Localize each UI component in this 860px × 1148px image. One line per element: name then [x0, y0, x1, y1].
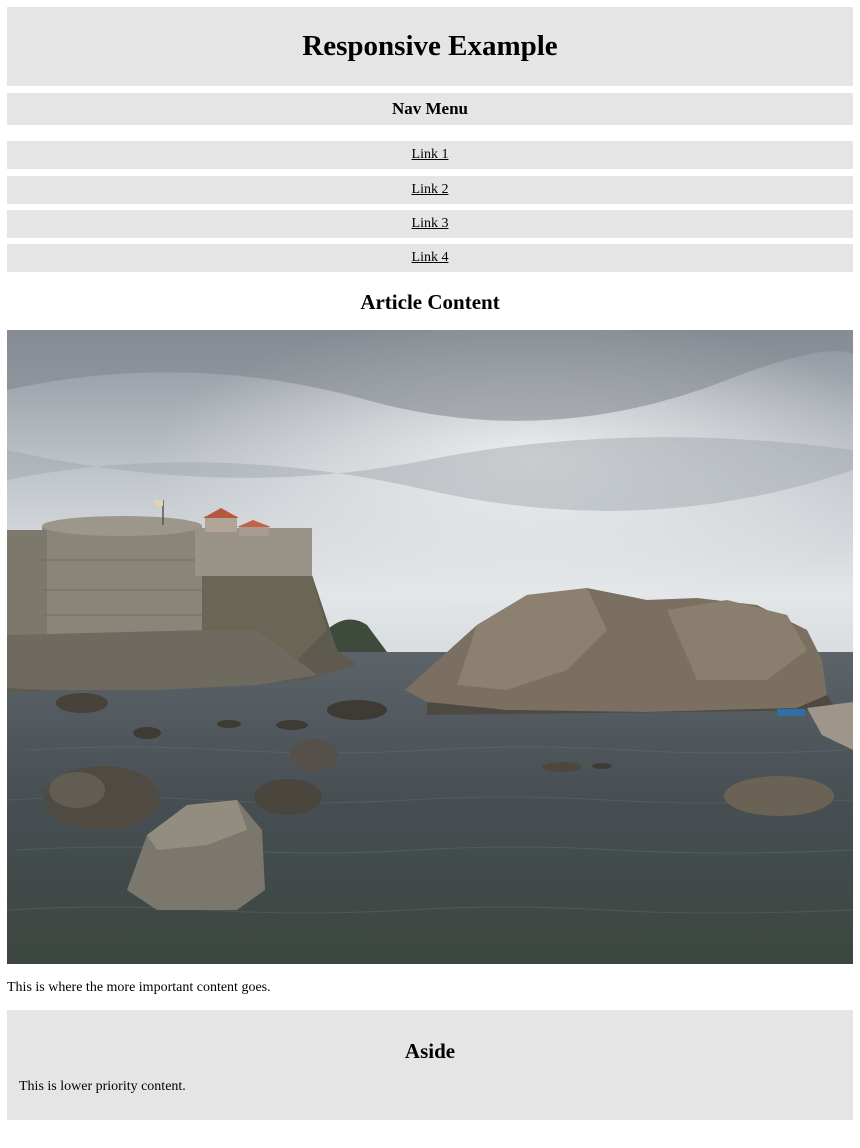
- aside-text: This is lower priority content.: [19, 1079, 186, 1094]
- nav-item-link-3: Link 3: [7, 210, 853, 238]
- nav-item-link-2: Link 2: [7, 176, 853, 204]
- nav-menu-header: Nav Menu: [7, 93, 853, 125]
- article-text: This is where the more important content…: [7, 980, 271, 995]
- nav-link-1[interactable]: Link 1: [412, 147, 449, 163]
- nav-item-link-4: Link 4: [7, 244, 853, 272]
- nav-link-3[interactable]: Link 3: [412, 216, 449, 232]
- aside-panel: Aside This is lower priority content.: [7, 1010, 853, 1120]
- article-photo: [7, 330, 853, 964]
- nav-link-2[interactable]: Link 2: [412, 182, 449, 198]
- page-title: Responsive Example: [302, 30, 558, 62]
- nav-item-link-1: Link 1: [7, 141, 853, 169]
- nav-link-4[interactable]: Link 4: [412, 250, 449, 266]
- nav-menu-title: Nav Menu: [391, 99, 469, 118]
- page-header: Responsive Example: [7, 7, 853, 86]
- article-title: Article Content: [360, 290, 500, 314]
- aside-title: Aside: [404, 1039, 456, 1063]
